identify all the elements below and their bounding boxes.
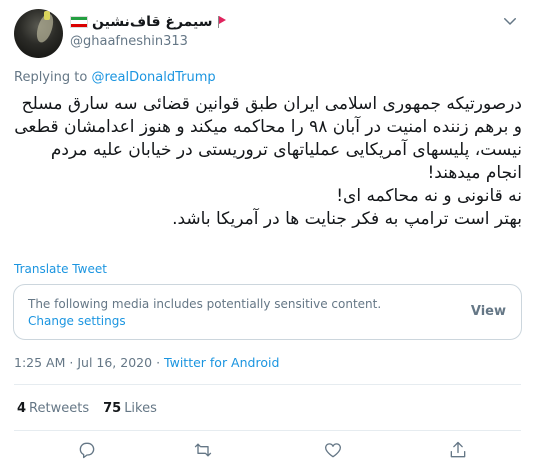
retweets-stat[interactable]: 4 Retweets [17, 401, 89, 416]
meta-sep-1: · [69, 355, 74, 370]
retweet-icon[interactable] [193, 440, 215, 462]
sensitive-message-text: The following media includes potentially… [28, 297, 382, 311]
red-flag-icon [217, 16, 227, 28]
translate-tweet-link[interactable]: Translate Tweet [14, 262, 107, 276]
tweet-meta: 1:25 AM · Jul 16, 2020 · Twitter for And… [14, 355, 279, 370]
likes-count: 75 [103, 401, 122, 416]
sensitive-media-warning: The following media includes potentially… [13, 284, 522, 340]
likes-stat[interactable]: 75 Likes [103, 401, 157, 416]
avatar[interactable] [14, 9, 63, 58]
share-icon[interactable] [448, 440, 470, 462]
heart-icon[interactable] [323, 440, 345, 462]
action-bar [0, 440, 535, 464]
replying-prefix: Replying to [14, 70, 88, 85]
chevron-down-icon[interactable] [501, 12, 519, 30]
retweets-label: Retweets [29, 401, 90, 416]
tweet-stats: 4 Retweets 75 Likes [17, 401, 157, 416]
author-handle[interactable]: @ghaafneshin313 [70, 34, 188, 49]
divider-bottom [14, 430, 521, 431]
tweet-time[interactable]: 1:25 AM [14, 355, 65, 370]
replying-to: Replying to @realDonaldTrump [14, 70, 216, 85]
tweet: سیمرغ قاف‌نشین @ghaafneshin313 Replying … [0, 0, 535, 472]
iran-flag-icon [70, 16, 88, 28]
author-name-row[interactable]: سیمرغ قاف‌نشین [70, 14, 227, 30]
tweet-text: درصورتیکه جمهوری اسلامی ایران طبق قوانین… [14, 94, 522, 229]
likes-label: Likes [124, 401, 157, 416]
divider-top [14, 384, 521, 385]
change-settings-link[interactable]: Change settings [28, 314, 126, 328]
retweets-count: 4 [17, 401, 27, 416]
view-button[interactable]: View [471, 304, 506, 319]
reply-icon[interactable] [77, 440, 99, 462]
meta-sep-2: · [156, 355, 161, 370]
sensitive-message: The following media includes potentially… [28, 296, 428, 330]
reply-mention-link[interactable]: @realDonaldTrump [91, 70, 215, 85]
author-display-name[interactable]: سیمرغ قاف‌نشین [92, 14, 213, 30]
tweet-date[interactable]: Jul 16, 2020 [77, 355, 152, 370]
tweet-source-link[interactable]: Twitter for Android [164, 355, 279, 370]
